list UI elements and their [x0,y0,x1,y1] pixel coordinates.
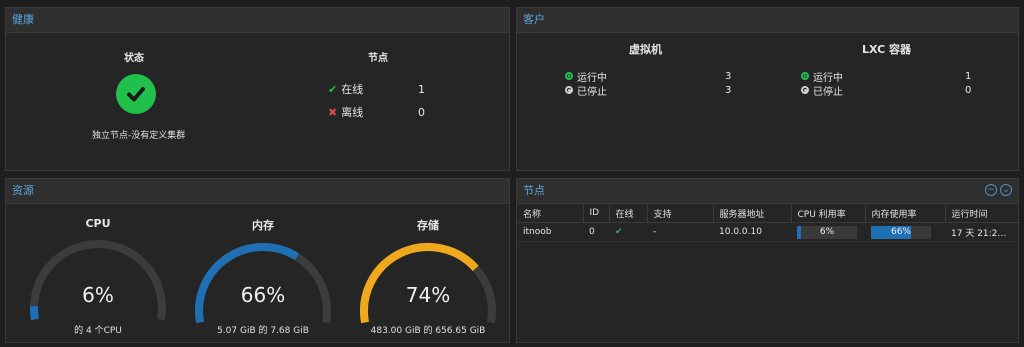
check-icon: ✔ [328,82,338,96]
health-panel: 健康 状态 独立节点-没有定义集群 节点 ✔ 在线 1 ✖ 离线 0 [5,7,510,171]
online-count: 1 [418,82,425,96]
col-header-online[interactable]: 在线 [609,204,648,223]
lxc-heading: LXC 容器 [862,43,912,56]
running-icon [565,72,573,80]
vm-running-row: 运行中 3 [565,69,740,84]
vm-running-count: 3 [725,70,732,82]
resources-panel: 资源 CPU 6% 的 4 个CPU 内存 66% 5.07 GiB 的 7.6… [5,178,510,343]
cpu-gauge: CPU 6% 的 4 个CPU [18,217,178,336]
nodes-panel-title: 节点 − ⌄ [517,179,1018,204]
node-support-cell: - [647,222,713,242]
panel-tools: − ⌄ [985,184,1012,196]
memory-gauge-sub: 5.07 GiB 的 7.68 GiB [217,326,309,336]
col-header-cpu[interactable]: CPU 利用率 [791,204,866,223]
vm-stats: 运行中 3 已停止 3 [565,69,740,98]
chevron-down-icon[interactable]: ⌄ [1000,184,1012,196]
cpu-usage-bar: 6% [797,225,857,239]
memory-usage-text: 66% [890,226,911,237]
table-header-row: 名称 ID 在线 支持 服务器地址 CPU 利用率 内存使用率 运行时间 [517,204,1020,223]
vm-stopped-label: 已停止 [577,86,607,98]
node-id-cell: 0 [583,222,609,242]
nodes-panel-title-text: 节点 [523,184,545,197]
node-online-cell: ✔ [609,222,647,242]
stopped-icon [801,86,809,94]
cpu-gauge-title: CPU [85,217,111,230]
status-ok-icon [116,74,156,114]
offline-count: 0 [418,105,425,119]
vm-stopped-row: 已停止 3 [565,83,740,98]
col-header-uptime[interactable]: 运行时间 [945,204,1020,223]
guests-panel: 客户 虚拟机 运行中 3 已停止 3 LXC 容器 运行中 1 已停止 0 [516,7,1019,171]
node-cpu-cell: 6% [791,222,865,242]
lxc-running-row: 运行中 1 [801,69,976,84]
vm-stopped-count: 3 [725,84,732,96]
vm-running-label: 运行中 [577,72,607,84]
online-row: ✔ 在线 1 [328,82,458,97]
node-name-cell: itnoob [517,222,583,242]
running-icon [801,72,809,80]
memory-gauge-title: 内存 [252,219,274,232]
health-panel-title: 健康 [6,8,509,33]
lxc-running-count: 1 [965,70,972,82]
col-header-id[interactable]: ID [583,204,610,223]
cpu-gauge-sub: 的 4 个CPU [74,326,122,336]
storage-gauge-value: 74% [405,283,451,307]
collapse-icon[interactable]: − [985,184,997,196]
memory-gauge-value: 66% [240,283,286,307]
cpu-gauge-fill [30,305,39,321]
col-header-name[interactable]: 名称 [517,204,584,223]
resources-panel-title: 资源 [6,179,509,204]
lxc-stats: 运行中 1 已停止 0 [801,69,976,98]
check-icon: ✔ [615,227,623,237]
col-header-memory[interactable]: 内存使用率 [865,204,946,223]
status-text: 独立节点-没有定义集群 [92,131,186,141]
nodes-table: 名称 ID 在线 支持 服务器地址 CPU 利用率 内存使用率 运行时间 itn… [517,204,1020,242]
cpu-usage-text: 6% [819,226,835,237]
lxc-stopped-label: 已停止 [813,86,843,98]
online-label: 在线 [341,83,364,96]
cpu-gauge-track [30,240,166,321]
vm-heading: 虚拟机 [629,43,662,56]
memory-gauge: 内存 66% 5.07 GiB 的 7.68 GiB [183,217,343,339]
nodes-heading: 节点 [368,53,388,64]
nodes-status-list: ✔ 在线 1 ✖ 离线 0 [328,82,458,120]
node-address-cell: 10.0.0.10 [713,222,791,242]
node-uptime-cell: 17 天 21:2… [945,222,1020,242]
cpu-gauge-value: 6% [82,283,114,307]
status-heading: 状态 [124,53,144,64]
table-row[interactable]: itnoob 0 ✔ - 10.0.0.10 6% 66% 17 天 21:2… [517,222,1020,242]
stopped-icon [565,86,573,94]
col-header-support[interactable]: 支持 [647,204,714,223]
storage-gauge-sub: 483.00 GiB 的 656.65 GiB [370,326,486,336]
cross-icon: ✖ [328,105,338,119]
nodes-panel: 节点 − ⌄ 名称 ID 在线 支持 服务器地址 CPU 利用率 内存使用率 运… [516,178,1020,343]
node-memory-cell: 66% [865,222,945,242]
guests-panel-title: 客户 [517,8,1018,33]
offline-row: ✖ 离线 0 [328,105,458,120]
lxc-stopped-count: 0 [965,84,972,96]
storage-gauge-title: 存储 [417,219,439,232]
lxc-running-label: 运行中 [813,72,843,84]
offline-label: 离线 [341,106,364,119]
lxc-stopped-row: 已停止 0 [801,83,976,98]
storage-gauge: 存储 74% 483.00 GiB 的 656.65 GiB [348,217,508,339]
memory-usage-bar: 66% [871,225,931,239]
col-header-address[interactable]: 服务器地址 [713,204,792,223]
